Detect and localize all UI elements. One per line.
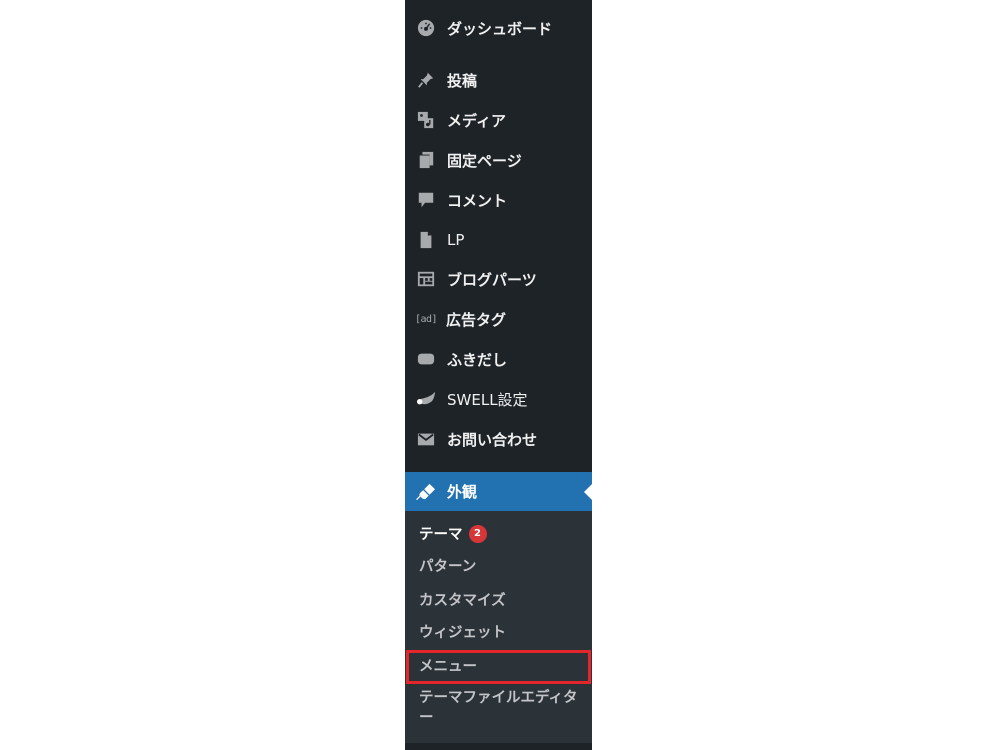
menu-item-posts[interactable]: 投稿 (405, 62, 592, 98)
menu-label-posts: 投稿 (447, 71, 478, 90)
menu-label-appearance: 外観 (447, 483, 478, 501)
submenu-item-themes[interactable]: テーマ 2 (419, 524, 584, 545)
menu-item-lp[interactable]: LP (405, 222, 592, 258)
appearance-submenu: テーマ 2 パターン カスタマイズ ウィジェット メニュー テーマファイルエディタ… (405, 511, 592, 743)
submenu-label-themes: テーマ (419, 527, 463, 543)
media-icon (416, 110, 436, 130)
submenu-item-menus[interactable]: メニュー (419, 657, 584, 677)
comment-icon (416, 190, 436, 210)
swell-icon (416, 389, 436, 409)
pages-icon (416, 150, 436, 170)
menu-label-ad-tag: 広告タグ (446, 310, 507, 329)
menu-item-swell-settings[interactable]: SWELL設定 (405, 381, 592, 417)
speech-bubble-icon (416, 349, 436, 369)
current-indicator-arrow (584, 483, 592, 500)
brush-icon (416, 482, 436, 502)
menu-label-dashboard: ダッシュボード (447, 19, 553, 38)
menu-item-comments[interactable]: コメント (405, 182, 592, 218)
submenu-item-customize[interactable]: カスタマイズ (419, 591, 584, 611)
menu-item-media[interactable]: メディア (405, 102, 592, 138)
update-count-badge: 2 (468, 524, 487, 543)
menu-label-speech-bubble: ふきだし (447, 350, 508, 369)
menu-label-contact: お問い合わせ (447, 430, 538, 449)
menu-label-swell-settings: SWELL設定 (447, 390, 528, 409)
submenu-label-menus: メニュー (419, 659, 477, 675)
submenu-label-patterns: パターン (419, 559, 477, 575)
menu-item-appearance[interactable]: 外観 (405, 472, 592, 511)
menu-item-ad-tag[interactable]: [ad] 広告タグ (405, 301, 592, 337)
layout-icon (416, 269, 436, 289)
menu-label-comments: コメント (447, 191, 508, 210)
ad-icon: [ad] (414, 313, 438, 325)
submenu-label-theme-file-editor: テーマファイルエディター (419, 690, 578, 726)
menu-label-lp: LP (447, 231, 465, 249)
menu-item-blog-parts[interactable]: ブログパーツ (405, 261, 592, 297)
menu-label-blog-parts: ブログパーツ (447, 270, 537, 289)
submenu-item-widgets[interactable]: ウィジェット (419, 623, 584, 643)
menu-item-contact[interactable]: お問い合わせ (405, 421, 592, 457)
menu-item-speech-bubble[interactable]: ふきだし (405, 341, 592, 377)
email-icon (416, 429, 436, 449)
pin-icon (416, 70, 436, 90)
submenu-label-widgets: ウィジェット (419, 625, 506, 641)
submenu-label-customize: カスタマイズ (419, 593, 506, 609)
submenu-item-theme-file-editor[interactable]: テーマファイルエディター (419, 688, 579, 728)
menu-label-pages: 固定ページ (447, 151, 522, 170)
page-icon (416, 230, 436, 250)
admin-sidebar: ダッシュボード 投稿 メディア 固定ページ コメント LP ブログパーツ [ad… (405, 0, 592, 750)
menu-item-pages[interactable]: 固定ページ (405, 142, 592, 178)
menu-label-media: メディア (447, 111, 506, 130)
dashboard-icon (416, 18, 436, 38)
submenu-item-patterns[interactable]: パターン (419, 557, 584, 577)
menu-item-dashboard[interactable]: ダッシュボード (405, 10, 592, 46)
